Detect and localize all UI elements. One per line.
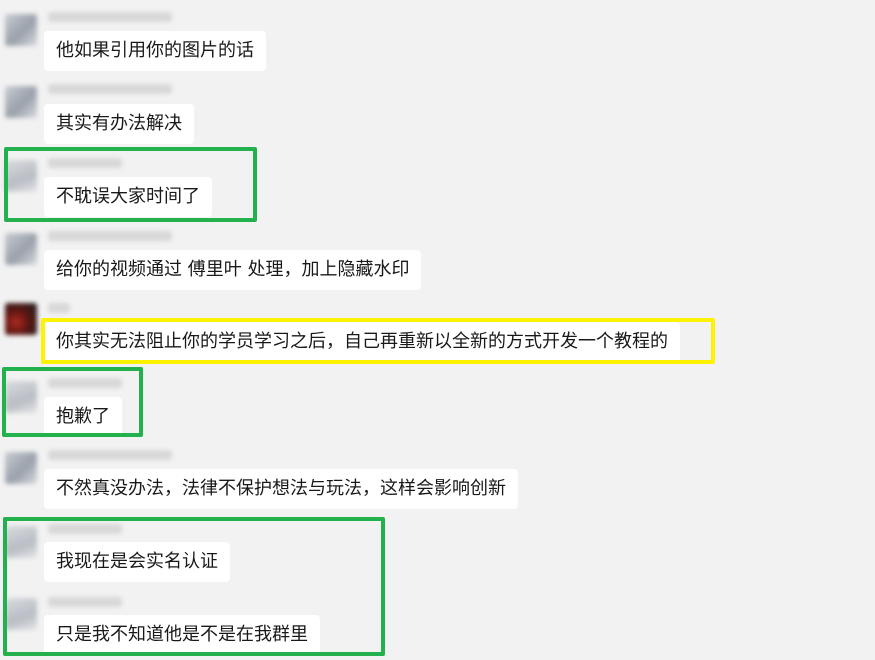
avatar[interactable] xyxy=(5,86,37,118)
message-bubble[interactable]: 你其实无法阻止你的学员学习之后，自己再重新以全新的方式开发一个教程的 xyxy=(44,322,680,362)
message-bubble[interactable]: 其实有办法解决 xyxy=(44,104,194,144)
sender-name xyxy=(48,303,70,313)
message-bubble[interactable]: 只是我不知道他是不是在我群里 xyxy=(44,615,320,655)
sender-name xyxy=(48,158,122,168)
sender-name xyxy=(48,231,172,241)
message-bubble[interactable]: 我现在是会实名认证 xyxy=(44,542,230,582)
message-bubble[interactable]: 给你的视频通过 傅里叶 处理，加上隐藏水印 xyxy=(44,250,422,290)
message-bubble[interactable]: 他如果引用你的图片的话 xyxy=(44,31,266,71)
avatar[interactable] xyxy=(5,14,37,46)
sender-name xyxy=(48,597,122,607)
sender-name xyxy=(48,524,122,534)
avatar[interactable] xyxy=(5,303,37,335)
avatar[interactable] xyxy=(5,526,37,558)
sender-name xyxy=(48,450,172,460)
avatar[interactable] xyxy=(5,452,37,484)
message-bubble[interactable]: 不耽误大家时间了 xyxy=(44,177,212,217)
message-bubble[interactable]: 不然真没办法，法律不保护想法与玩法，这样会影响创新 xyxy=(44,469,518,509)
sender-name xyxy=(48,84,172,94)
avatar[interactable] xyxy=(5,598,37,630)
avatar[interactable] xyxy=(5,381,37,413)
sender-name xyxy=(48,12,172,22)
avatar[interactable] xyxy=(5,233,37,265)
message-bubble[interactable]: 抱歉了 xyxy=(44,397,122,437)
sender-name xyxy=(48,378,122,388)
avatar[interactable] xyxy=(5,160,37,192)
